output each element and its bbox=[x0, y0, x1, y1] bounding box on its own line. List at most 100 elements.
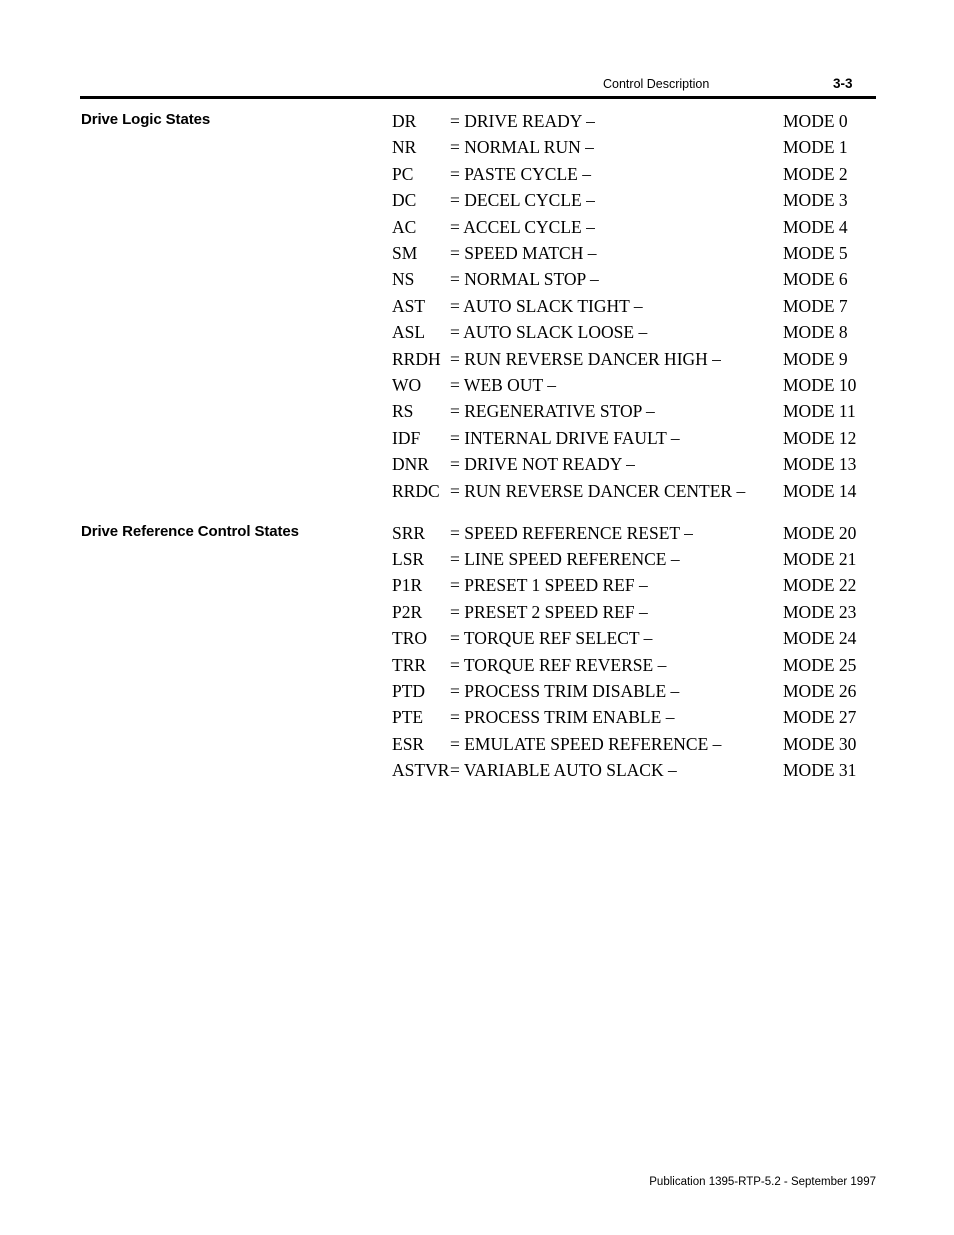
mode-number-label: MODE 4 bbox=[783, 216, 848, 237]
mode-description: = SPEED REFERENCE RESET – bbox=[450, 522, 693, 543]
footer-publication-text: Publication 1395-RTP-5.2 - September 199… bbox=[649, 1176, 876, 1188]
mode-row: DNR = DRIVE NOT READY – MODE 13 bbox=[392, 451, 892, 477]
mode-description: = PRESET 1 SPEED REF – bbox=[450, 575, 648, 596]
mode-description: = RUN REVERSE DANCER CENTER – bbox=[450, 480, 746, 501]
mode-number-label: MODE 27 bbox=[783, 707, 857, 728]
mode-description: = RUN REVERSE DANCER HIGH – bbox=[450, 348, 721, 369]
mode-number-label: MODE 24 bbox=[783, 628, 857, 649]
mode-number-label: MODE 5 bbox=[783, 243, 848, 263]
mode-row: TRO = TORQUE REF SELECT – MODE 24 bbox=[392, 625, 892, 651]
mode-description: = INTERNAL DRIVE FAULT – bbox=[450, 427, 680, 448]
mode-description: = PROCESS TRIM ENABLE – bbox=[450, 707, 675, 728]
mode-row: ASL = AUTO SLACK LOOSE – MODE 8 bbox=[392, 319, 892, 345]
mode-number-label: MODE 14 bbox=[783, 480, 857, 501]
mode-abbreviation: ASL bbox=[392, 322, 426, 343]
mode-abbreviation: SRR bbox=[392, 522, 426, 543]
mode-description: = NORMAL RUN – bbox=[450, 137, 594, 158]
mode-row: RS = REGENERATIVE STOP – MODE 11 bbox=[392, 398, 892, 424]
mode-abbreviation: DNR bbox=[392, 454, 429, 475]
mode-abbreviation: ASTVR bbox=[392, 760, 450, 781]
mode-number-label: MODE 6 bbox=[783, 269, 848, 290]
mode-row: LSR = LINE SPEED REFERENCE – MODE 21 bbox=[392, 546, 892, 572]
mode-row: AST = AUTO SLACK TIGHT – MODE 7 bbox=[392, 293, 892, 319]
mode-abbreviation: TRR bbox=[392, 654, 427, 675]
mode-row: NS = NORMAL STOP – MODE 6 bbox=[392, 266, 892, 292]
mode-abbreviation: NR bbox=[392, 137, 417, 158]
mode-description: = TORQUE REF SELECT – bbox=[450, 628, 653, 649]
mode-row: AC = ACCEL CYCLE – MODE 4 bbox=[392, 214, 892, 240]
header-page-number: 3-3 bbox=[833, 76, 853, 91]
mode-number-label: MODE 8 bbox=[783, 322, 848, 343]
mode-abbreviation: SM bbox=[392, 243, 418, 263]
mode-description: = SPEED MATCH – bbox=[450, 243, 597, 263]
mode-number-label: MODE 26 bbox=[783, 681, 857, 701]
mode-row: PC = PASTE CYCLE – MODE 2 bbox=[392, 161, 892, 187]
section-heading-drive-logic-states: Drive Logic States bbox=[81, 111, 211, 128]
mode-abbreviation: DR bbox=[392, 111, 417, 131]
mode-description: = PROCESS TRIM DISABLE – bbox=[450, 681, 680, 701]
mode-number-label: MODE 2 bbox=[783, 163, 848, 184]
mode-description: = WEB OUT – bbox=[450, 375, 556, 395]
mode-row: P1R = PRESET 1 SPEED REF – MODE 22 bbox=[392, 572, 892, 598]
mode-description: = REGENERATIVE STOP – bbox=[450, 401, 655, 422]
mode-description: = DRIVE READY – bbox=[450, 111, 595, 131]
mode-description: = AUTO SLACK TIGHT – bbox=[450, 295, 643, 316]
mode-description: = EMULATE SPEED REFERENCE – bbox=[450, 733, 722, 754]
mode-number-label: MODE 12 bbox=[783, 427, 857, 448]
mode-row: DC = DECEL CYCLE – MODE 3 bbox=[392, 187, 892, 213]
mode-number-label: MODE 20 bbox=[783, 522, 857, 543]
mode-row: PTD = PROCESS TRIM DISABLE – MODE 26 bbox=[392, 678, 892, 704]
mode-abbreviation: LSR bbox=[392, 549, 425, 569]
mode-number-label: MODE 30 bbox=[783, 733, 857, 754]
mode-row: WO = WEB OUT – MODE 10 bbox=[392, 372, 892, 398]
mode-row: IDF = INTERNAL DRIVE FAULT – MODE 12 bbox=[392, 425, 892, 451]
mode-number-label: MODE 3 bbox=[783, 190, 848, 211]
mode-abbreviation: AST bbox=[392, 295, 426, 316]
mode-abbreviation: WO bbox=[392, 375, 422, 395]
mode-number-label: MODE 10 bbox=[783, 375, 857, 395]
mode-row: DR = DRIVE READY – MODE 0 bbox=[392, 108, 892, 134]
mode-abbreviation: PTD bbox=[392, 681, 426, 701]
section-heading-drive-reference-control-states: Drive Reference Control States bbox=[81, 522, 299, 540]
mode-abbreviation: NS bbox=[392, 269, 415, 290]
mode-description: = AUTO SLACK LOOSE – bbox=[450, 322, 648, 343]
mode-number-label: MODE 23 bbox=[783, 601, 857, 622]
mode-abbreviation: P1R bbox=[392, 575, 423, 596]
mode-row: ASTVR = VARIABLE AUTO SLACK – MODE 31 bbox=[392, 757, 892, 783]
mode-abbreviation: PC bbox=[392, 163, 414, 184]
mode-abbreviation: PTE bbox=[392, 707, 424, 728]
mode-row: ESR = EMULATE SPEED REFERENCE – MODE 30 bbox=[392, 731, 892, 757]
mode-row: NR = NORMAL RUN – MODE 1 bbox=[392, 134, 892, 160]
mode-row: RRDC = RUN REVERSE DANCER CENTER – MODE 14 bbox=[392, 478, 892, 504]
mode-abbreviation: P2R bbox=[392, 601, 423, 622]
mode-description: = PRESET 2 SPEED REF – bbox=[450, 601, 648, 622]
mode-row: SM = SPEED MATCH – MODE 5 bbox=[392, 240, 892, 266]
mode-row: SRR = SPEED REFERENCE RESET – MODE 20 bbox=[392, 520, 892, 546]
mode-number-label: MODE 11 bbox=[783, 401, 856, 422]
mode-number-label: MODE 21 bbox=[783, 549, 857, 569]
mode-row: RRDH = RUN REVERSE DANCER HIGH – MODE 9 bbox=[392, 346, 892, 372]
mode-description: = ACCEL CYCLE – bbox=[450, 216, 595, 237]
page-header: Control Description 3-3 bbox=[80, 76, 876, 98]
mode-abbreviation: RRDH bbox=[392, 348, 441, 369]
mode-description: = PASTE CYCLE – bbox=[450, 163, 591, 184]
mode-row: TRR = TORQUE REF REVERSE – MODE 25 bbox=[392, 652, 892, 678]
mode-number-label: MODE 1 bbox=[783, 137, 848, 158]
mode-number-label: MODE 22 bbox=[783, 575, 857, 596]
mode-number-label: MODE 31 bbox=[783, 760, 857, 781]
mode-number-label: MODE 13 bbox=[783, 454, 857, 475]
mode-abbreviation: AC bbox=[392, 216, 417, 237]
mode-description: = VARIABLE AUTO SLACK – bbox=[450, 760, 677, 781]
document-page: Control Description 3-3 Drive Logic Stat… bbox=[0, 0, 954, 1235]
header-divider-rule bbox=[80, 96, 876, 99]
mode-abbreviation: DC bbox=[392, 190, 417, 211]
mode-number-label: MODE 25 bbox=[783, 654, 857, 675]
mode-number-label: MODE 0 bbox=[783, 111, 848, 131]
mode-description: = DECEL CYCLE – bbox=[450, 190, 595, 211]
mode-description: = DRIVE NOT READY – bbox=[450, 454, 635, 475]
mode-abbreviation: TRO bbox=[392, 628, 427, 649]
mode-abbreviation: IDF bbox=[392, 427, 421, 448]
mode-abbreviation: RRDC bbox=[392, 480, 440, 501]
mode-description: = TORQUE REF REVERSE – bbox=[450, 654, 667, 675]
mode-description: = LINE SPEED REFERENCE – bbox=[450, 549, 680, 569]
